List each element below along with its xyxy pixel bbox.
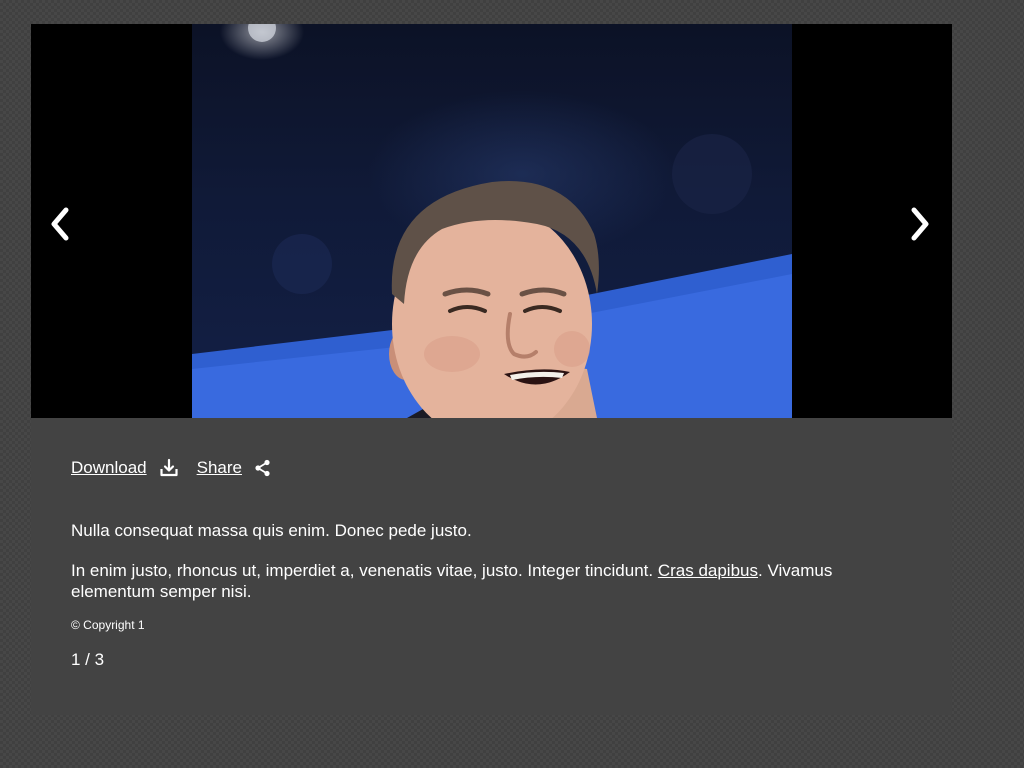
next-image-button[interactable]: [900, 202, 940, 246]
image-stage: [31, 24, 952, 418]
copyright-text: © Copyright 1: [71, 618, 145, 632]
previous-image-button[interactable]: [40, 202, 80, 246]
chevron-left-icon: [51, 207, 69, 241]
share-link[interactable]: Share: [197, 458, 242, 478]
chevron-right-icon: [911, 207, 929, 241]
download-icon[interactable]: [159, 458, 179, 478]
lightbox-panel: Download Share Nulla consequat massa qui…: [31, 24, 952, 715]
caption-body: In enim justo, rhoncus ut, imperdiet a, …: [71, 560, 901, 602]
photo-illustration: [192, 24, 792, 418]
caption-body-text: In enim justo, rhoncus ut, imperdiet a, …: [71, 561, 658, 580]
gallery-photo: [192, 24, 792, 418]
download-link[interactable]: Download: [71, 458, 147, 478]
share-icon[interactable]: [254, 459, 272, 477]
caption-summary: Nulla consequat massa quis enim. Donec p…: [71, 521, 472, 540]
cras-dapibus-link[interactable]: Cras dapibus: [658, 561, 758, 580]
image-actions: Download Share: [71, 455, 272, 481]
slide-counter: 1 / 3: [71, 650, 105, 669]
